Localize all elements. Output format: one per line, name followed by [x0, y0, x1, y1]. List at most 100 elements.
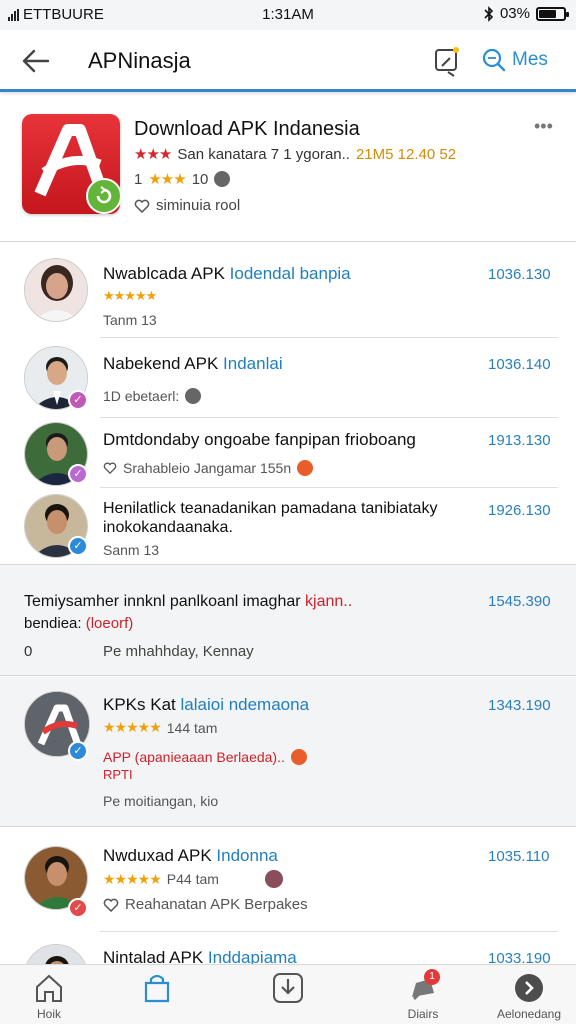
shopping-bag-icon [140, 971, 174, 1005]
item-title: Dmtdondaby ongoabe fanpipan frioboang [103, 430, 416, 449]
item-title-highlight: Indonna [216, 846, 278, 865]
featured-tag-line: siminuia rool [134, 197, 240, 214]
list-item[interactable]: Nwablcada APK Iodendal banpia 1036.130 ★… [0, 242, 576, 338]
bottom-nav: Hoik 1 Diairs Aelonedang [0, 964, 576, 1024]
promo-time: 144 tam [166, 719, 218, 736]
notification-badge: 1 [424, 969, 440, 985]
promo-block[interactable]: ✓ KPKs Kat lalaioi ndemaona 1343.190 ★★★… [0, 677, 576, 827]
battery-fill [539, 9, 556, 18]
featured-meta-line: ★★★ San kanatara 7 1 ygoran.. 21M5 12.40… [134, 145, 457, 164]
notice-text-2: bendiea: [24, 615, 82, 632]
verified-badge-icon: ✓ [68, 536, 88, 556]
rating-count: 10 [191, 170, 209, 188]
heart-icon[interactable] [103, 898, 119, 912]
person-photo [25, 945, 87, 964]
back-arrow-icon [22, 49, 50, 73]
status-bar: ETTBUURE 1:31AM 03% [0, 0, 576, 30]
notice-zero: 0 [24, 643, 33, 660]
list-item[interactable]: ✓ Dmtdondaby ongoabe fanpipan frioboang … [0, 418, 576, 488]
promo-title-highlight: lalaioi ndemaona [180, 695, 310, 714]
chat-icon: 1 [406, 969, 440, 1005]
verified-badge-icon: ✓ [68, 464, 88, 484]
featured-title: Download APK Indanesia [134, 118, 360, 140]
search-button[interactable]: Mes [482, 48, 548, 72]
featured-rating-line: 1 ★★★ 10 [134, 170, 231, 188]
more-options-button[interactable]: ••• [534, 116, 553, 137]
promo-title: KPKs Kat lalaioi ndemaona [103, 695, 309, 715]
rating-stars-gold: ★★★ [148, 171, 186, 188]
notice-line2: bendiea: (loeorf) [24, 615, 133, 632]
heart-icon[interactable] [134, 199, 150, 213]
notice-footer: Pe mhahhday, Kennay [103, 643, 254, 660]
rating-stars: ★★★★★ [103, 288, 157, 303]
nav-diairs-label: Diairs [407, 1007, 439, 1021]
nav-account[interactable]: Aelonedang [484, 971, 574, 1021]
heart-icon[interactable] [103, 462, 117, 474]
promo-count: 1343.190 [488, 697, 551, 714]
emoji-icon [297, 460, 314, 476]
edit-note-icon [435, 47, 459, 77]
item-title: Nintalad APK Inddapiama [103, 948, 297, 964]
nav-home-label: Hoik [36, 1007, 61, 1021]
promo-footer: Pe moitiangan, kio [103, 793, 219, 809]
item-subtitle-row: Reahanatan APK Berpakes [103, 896, 308, 913]
download-icon [271, 971, 305, 1005]
globe-icon [185, 388, 202, 404]
list-item[interactable]: Nintalad APK Inddapiama 1033.190 [0, 932, 576, 964]
person-photo [25, 259, 87, 321]
item-title: Nwablcada APK Iodendal banpia [103, 264, 351, 284]
search-icon [482, 48, 506, 72]
notice-highlight: kjann.. [305, 593, 353, 610]
home-icon [32, 971, 66, 1005]
avatar [24, 258, 88, 322]
promo-red-line2: RPTI [103, 767, 133, 782]
featured-tag: siminuia rool [156, 197, 241, 214]
rating-stars: ★★★★★ [103, 719, 162, 735]
rating-stars-red: ★★★ [134, 146, 172, 163]
nav-download[interactable] [243, 971, 333, 1007]
rating-number: 1 [134, 170, 143, 188]
back-button[interactable] [20, 46, 52, 76]
promo-red-line: APP (apanieaaan Berlaeda).. [103, 749, 307, 765]
verified-badge-icon: ✓ [68, 741, 88, 761]
item-title-highlight: Iodendal banpia [229, 264, 351, 283]
avatar [24, 944, 88, 964]
emoji-icon [290, 749, 307, 765]
item-title-text: Nwduxad APK [103, 846, 212, 865]
promo-rating-row: ★★★★★ 144 tam [103, 719, 217, 736]
list-item[interactable]: ✓ Nwduxad APK Indonna 1035.110 ★★★★★ P44… [0, 828, 576, 932]
item-count: 1926.130 [488, 502, 551, 519]
promo-red-text: APP (apanieaaan Berlaeda).. [103, 749, 285, 765]
featured-size: 21M5 12.40 52 [355, 145, 457, 163]
app-icon [22, 114, 122, 214]
edit-button[interactable] [430, 44, 464, 78]
item-subtitle-row: Srahableio Jangamar 155n [103, 460, 314, 476]
notice-text: Temiysamher innknl panlkoanl imaghar [24, 593, 301, 610]
nav-account-label: Aelonedang [496, 1007, 562, 1021]
item-title-line2: inokokandaanaka. [103, 519, 233, 536]
featured-app-card[interactable]: Download APK Indanesia ★★★ San kanatara … [0, 100, 576, 242]
item-count: 1033.190 [488, 950, 551, 964]
notice-block[interactable]: Temiysamher innknl panlkoanl imaghar kja… [0, 564, 576, 676]
item-rating-row: ★★★★★ P44 tam [103, 870, 283, 888]
item-subtitle: Srahableio Jangamar 155n [123, 460, 292, 476]
nav-bag[interactable] [112, 971, 202, 1007]
notice-count: 1545.390 [488, 593, 551, 610]
item-title: Nwduxad APK Indonna [103, 846, 278, 866]
nav-diairs[interactable]: 1 Diairs [378, 969, 468, 1021]
list-item[interactable]: ✓ Nabekend APK Indanlai 1036.140 1D ebet… [0, 338, 576, 418]
item-title-text: Nabekend APK [103, 354, 219, 373]
status-right: 03% [484, 5, 569, 22]
app-header: APNinasja Mes [0, 30, 576, 92]
promo-title-text: KPKs Kat [103, 695, 176, 714]
page-title: APNinasja [88, 48, 191, 73]
item-count: 1035.110 [488, 848, 550, 865]
item-subtitle: 1D ebetaerl: [103, 388, 180, 404]
item-title-text: Nwablcada APK [103, 264, 225, 283]
verified-badge-icon: ✓ [68, 898, 88, 918]
item-time: P44 tam [166, 871, 219, 887]
nav-home[interactable]: Hoik [4, 971, 94, 1021]
item-title-highlight: Indanlai [223, 354, 283, 373]
list-item[interactable]: ✓ Henilatlick teanadanikan pamadana tani… [0, 488, 576, 564]
verified-badge-icon: ✓ [68, 390, 88, 410]
